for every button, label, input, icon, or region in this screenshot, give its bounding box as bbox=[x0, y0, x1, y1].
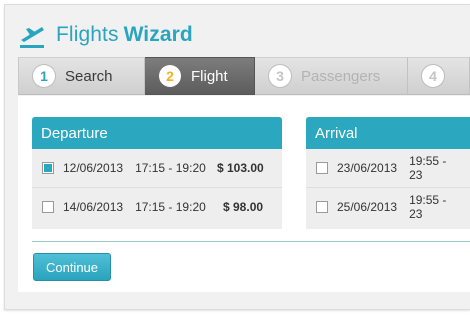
flight-time: 17:15 - 19:20 bbox=[135, 199, 206, 214]
checkbox[interactable] bbox=[316, 200, 328, 213]
step-label: Search bbox=[65, 67, 113, 85]
step-number: 1 bbox=[33, 65, 55, 87]
arrival-option[interactable]: 23/06/2013 19:55 - 23 bbox=[306, 149, 470, 187]
step-4[interactable]: 4 bbox=[408, 57, 470, 95]
flight-date: 25/06/2013 bbox=[337, 199, 398, 214]
flight-date: 23/06/2013 bbox=[337, 161, 398, 175]
departure-option[interactable]: 14/06/2013 17:15 - 19:20 $ 98.00 bbox=[32, 187, 282, 225]
step-number: 4 bbox=[422, 65, 444, 87]
checkbox-checked[interactable] bbox=[42, 162, 54, 174]
flight-price: $ 103.00 bbox=[217, 161, 264, 175]
step-label: Flight bbox=[191, 67, 228, 85]
step-label: Passengers bbox=[301, 67, 381, 85]
flight-date: 14/06/2013 bbox=[63, 199, 124, 214]
airplane-takeoff-icon bbox=[20, 27, 44, 48]
step-number: 3 bbox=[269, 65, 291, 87]
flight-time: 19:55 - 23 bbox=[409, 192, 447, 221]
divider bbox=[32, 241, 470, 242]
departure-option[interactable]: 12/06/2013 17:15 - 19:20 $ 103.00 bbox=[32, 149, 282, 187]
arrival-panel: Arrival 23/06/2013 19:55 - 23 25/06/2013… bbox=[306, 117, 470, 229]
step-passengers[interactable]: 3 Passengers bbox=[255, 57, 408, 95]
continue-button[interactable]: Continue bbox=[33, 253, 111, 281]
wizard-steps: 1 Search 2 Flight 3 Passengers 4 bbox=[18, 57, 470, 95]
arrival-heading: Arrival bbox=[306, 117, 470, 149]
arrival-option[interactable]: 25/06/2013 19:55 - 23 bbox=[306, 187, 470, 225]
flight-date: 12/06/2013 bbox=[63, 161, 124, 175]
departure-heading: Departure bbox=[32, 117, 282, 149]
app-title-light: Flights bbox=[56, 23, 119, 46]
flight-time: 19:55 - 23 bbox=[409, 154, 447, 182]
checkbox[interactable] bbox=[316, 162, 328, 174]
departure-panel: Departure 12/06/2013 17:15 - 19:20 $ 103… bbox=[32, 117, 282, 229]
step-search[interactable]: 1 Search bbox=[18, 57, 145, 95]
step-flight[interactable]: 2 Flight bbox=[145, 57, 255, 95]
flight-time: 17:15 - 19:20 bbox=[135, 161, 206, 175]
checkbox[interactable] bbox=[42, 200, 54, 213]
content-area: Departure 12/06/2013 17:15 - 19:20 $ 103… bbox=[18, 96, 470, 292]
app-title: Flights Wizard bbox=[56, 23, 193, 47]
flight-price: $ 98.00 bbox=[223, 199, 264, 214]
step-number: 2 bbox=[159, 65, 181, 87]
app-title-bold: Wizard bbox=[123, 23, 193, 46]
header: Flights Wizard bbox=[16, 18, 193, 52]
